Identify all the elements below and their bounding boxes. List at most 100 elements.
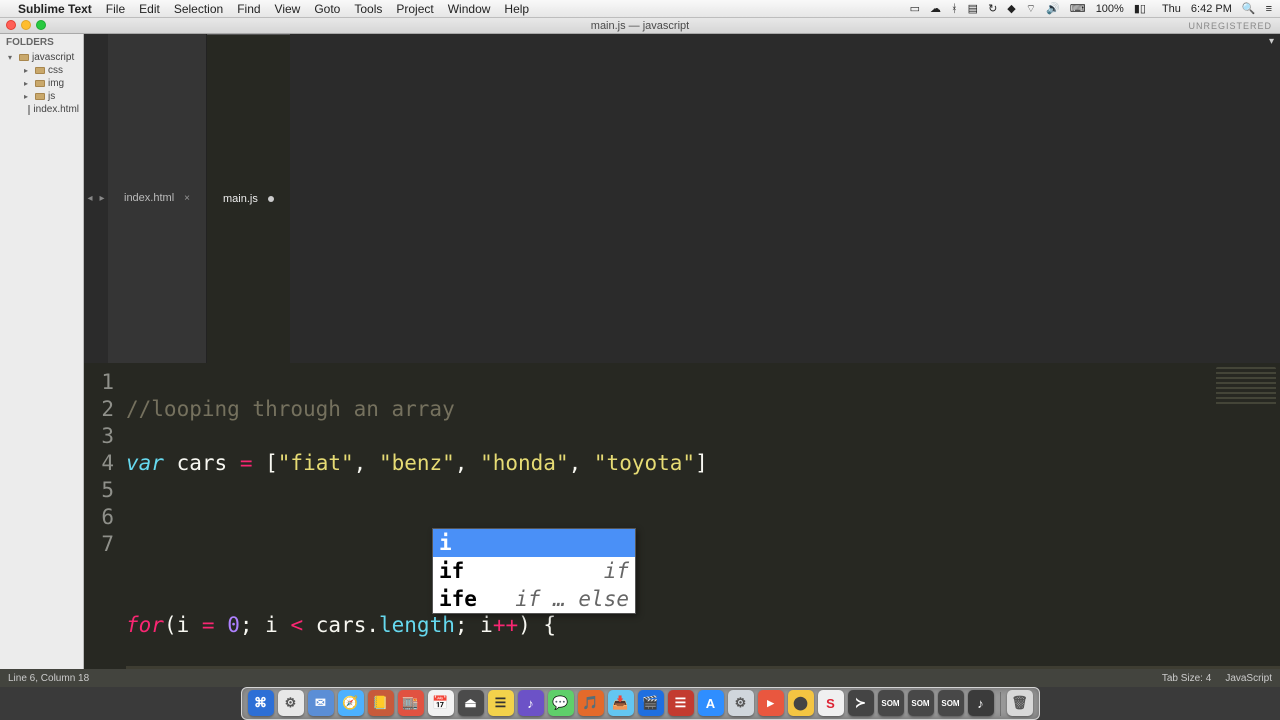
code-editor[interactable]: 1234 567 //looping through an array var …: [84, 363, 1280, 670]
close-window-button[interactable]: [6, 20, 16, 30]
root-folder[interactable]: ▾ javascript: [0, 51, 83, 64]
dock-app-icon[interactable]: ⚙: [278, 690, 304, 716]
tab-label: index.html: [124, 192, 174, 204]
file-index-html[interactable]: index.html: [0, 103, 83, 116]
dock-app-icon[interactable]: ⬤: [788, 690, 814, 716]
notification-icon[interactable]: ≡: [1266, 3, 1272, 15]
volume-icon[interactable]: 🔊: [1046, 2, 1060, 15]
disclosure-triangle-icon[interactable]: ▾: [8, 53, 16, 62]
network-icon[interactable]: ▤: [968, 2, 978, 15]
app-menu[interactable]: Sublime Text: [18, 2, 92, 16]
tab-close-icon[interactable]: ×: [184, 193, 190, 204]
dock-app-icon[interactable]: ▸: [758, 690, 784, 716]
clock-day[interactable]: Thu: [1162, 3, 1181, 15]
display-icon[interactable]: ▭: [910, 2, 920, 15]
status-bar: Line 6, Column 18 Tab Size: 4 JavaScript: [0, 669, 1280, 687]
status-language[interactable]: JavaScript: [1225, 673, 1272, 684]
dock-app-icon[interactable]: SOM: [878, 690, 904, 716]
bluetooth-icon[interactable]: ᚼ: [951, 3, 958, 15]
battery-icon[interactable]: ▮▯: [1134, 2, 1146, 15]
folder-icon: [19, 54, 29, 61]
autocomplete-item[interactable]: i: [433, 529, 635, 557]
dock-app-icon[interactable]: 🎬: [638, 690, 664, 716]
menu-edit[interactable]: Edit: [139, 2, 160, 16]
tab-history-back[interactable]: ◂: [84, 34, 96, 363]
zoom-window-button[interactable]: [36, 20, 46, 30]
dock-app-icon[interactable]: 🏬: [398, 690, 424, 716]
folder-label: js: [48, 91, 55, 102]
dock-app-icon[interactable]: ⏏: [458, 690, 484, 716]
menu-tools[interactable]: Tools: [354, 2, 382, 16]
cloud-icon[interactable]: ☁: [930, 2, 941, 15]
dock-separator: [1000, 692, 1001, 716]
line-number-gutter: 1234 567: [84, 363, 126, 670]
dock-app-icon[interactable]: ♪: [518, 690, 544, 716]
folder-icon: [35, 93, 45, 100]
disclosure-triangle-icon[interactable]: ▸: [24, 92, 32, 101]
window-title-text: main.js — javascript: [591, 20, 689, 32]
dock-app-icon[interactable]: 📥: [608, 690, 634, 716]
menu-project[interactable]: Project: [396, 2, 433, 16]
disclosure-triangle-icon[interactable]: ▸: [24, 79, 32, 88]
dock-app-icon[interactable]: S: [818, 690, 844, 716]
autocomplete-item[interactable]: ife if … else: [433, 585, 635, 613]
tab-bar: ◂ ▸ index.html × main.js ▾: [84, 34, 1280, 363]
folder-icon: [35, 67, 45, 74]
macos-menubar: Sublime Text File Edit Selection Find Vi…: [0, 0, 1280, 18]
menu-find[interactable]: Find: [237, 2, 260, 16]
dock-app-icon[interactable]: 📒: [368, 690, 394, 716]
folder-css[interactable]: ▸ css: [0, 64, 83, 77]
dock-app-icon[interactable]: 🧭: [338, 690, 364, 716]
dock-app-icon[interactable]: ✉: [308, 690, 334, 716]
sync-icon[interactable]: ↻: [988, 2, 997, 15]
dock-app-icon[interactable]: SOM: [938, 690, 964, 716]
menu-view[interactable]: View: [275, 2, 301, 16]
disclosure-triangle-icon[interactable]: ▸: [24, 66, 32, 75]
dock-app-icon[interactable]: 🎵: [578, 690, 604, 716]
tab-main-js[interactable]: main.js: [207, 34, 290, 363]
text-caret: [340, 669, 342, 670]
tabs-overflow-icon[interactable]: ▾: [1269, 36, 1274, 47]
dock-app-icon[interactable]: ⌘: [248, 690, 274, 716]
clock-time[interactable]: 6:42 PM: [1191, 3, 1232, 15]
macos-dock[interactable]: ⌘⚙✉🧭📒🏬📅⏏☰♪💬🎵📥🎬☰A⚙▸⬤S≻SOMSOMSOM♪🗑: [241, 687, 1040, 720]
file-label: index.html: [33, 104, 79, 115]
code-content[interactable]: //looping through an array var cars = ["…: [126, 363, 1280, 670]
menubar-right: ▭ ☁ ᚼ ▤ ↻ ◆ ⌔ 🔊 ⌨ 100% ▮▯ Thu 6:42 PM 🔍 …: [910, 2, 1272, 16]
dock-app-icon[interactable]: 📅: [428, 690, 454, 716]
wifi-icon[interactable]: ⌔: [1026, 2, 1036, 16]
tab-dirty-indicator-icon: [268, 196, 274, 202]
menu-selection[interactable]: Selection: [174, 2, 223, 16]
minimize-window-button[interactable]: [21, 20, 31, 30]
folder-sidebar[interactable]: FOLDERS ▾ javascript ▸ css ▸ img ▸ js in…: [0, 34, 84, 669]
folder-icon: [35, 80, 45, 87]
status-tab-size[interactable]: Tab Size: 4: [1162, 673, 1211, 684]
menu-window[interactable]: Window: [448, 2, 491, 16]
autocomplete-item[interactable]: if if: [433, 557, 635, 585]
tab-history-forward[interactable]: ▸: [96, 34, 108, 363]
dock-app-icon[interactable]: A: [698, 690, 724, 716]
dock-app-icon[interactable]: ⚙: [728, 690, 754, 716]
menu-help[interactable]: Help: [504, 2, 529, 16]
spotlight-icon[interactable]: 🔍: [1242, 2, 1256, 15]
tab-index-html[interactable]: index.html ×: [108, 34, 207, 363]
dock-app-icon[interactable]: ☰: [668, 690, 694, 716]
dock-app-icon[interactable]: ≻: [848, 690, 874, 716]
battery-label[interactable]: 100%: [1096, 3, 1124, 15]
folder-img[interactable]: ▸ img: [0, 77, 83, 90]
window-titlebar: main.js — javascript UNREGISTERED: [0, 18, 1280, 34]
autocomplete-popup[interactable]: i if if ife if … else: [432, 528, 636, 614]
unregistered-label: UNREGISTERED: [1188, 21, 1272, 31]
dock-app-icon[interactable]: ♪: [968, 690, 994, 716]
trash-icon[interactable]: 🗑: [1007, 690, 1033, 716]
status-line-col[interactable]: Line 6, Column 18: [8, 673, 89, 684]
keyboard-icon[interactable]: ⌨: [1070, 2, 1086, 15]
menu-goto[interactable]: Goto: [314, 2, 340, 16]
menu-file[interactable]: File: [106, 2, 125, 16]
dropbox-icon[interactable]: ◆: [1007, 2, 1015, 15]
dock-app-icon[interactable]: 💬: [548, 690, 574, 716]
folder-js[interactable]: ▸ js: [0, 90, 83, 103]
dock-app-icon[interactable]: ☰: [488, 690, 514, 716]
minimap[interactable]: [1216, 367, 1276, 407]
dock-app-icon[interactable]: SOM: [908, 690, 934, 716]
